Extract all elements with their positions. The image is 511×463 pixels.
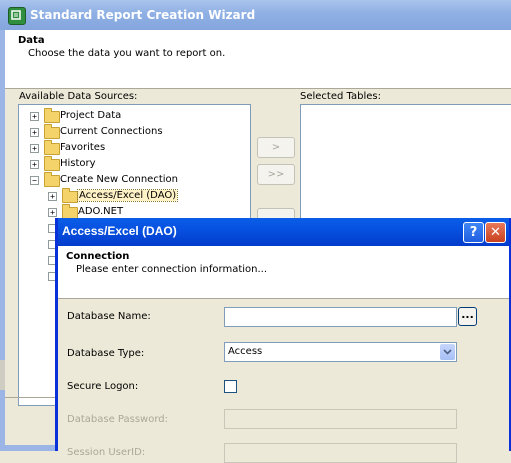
tree-item-project-data[interactable]: + Project Data <box>19 108 248 125</box>
expand-icon[interactable]: + <box>30 112 39 121</box>
database-password-label: Database Password: <box>67 414 168 425</box>
tree-item-label: Favorites <box>60 142 106 153</box>
wizard-title-bar[interactable]: Standard Report Creation Wizard <box>0 0 511 30</box>
expand-icon[interactable]: + <box>30 144 39 153</box>
dialog-header: Connection Please enter connection infor… <box>58 246 509 299</box>
help-button[interactable]: ? <box>463 222 484 243</box>
expand-icon[interactable]: + <box>48 192 57 201</box>
add-table-button[interactable]: > <box>257 137 295 158</box>
connection-dialog: Access/Excel (DAO) ? ✕ Connection Please… <box>55 218 511 463</box>
tree-item-history[interactable]: + History <box>19 156 248 173</box>
close-button[interactable]: ✕ <box>485 222 506 243</box>
expand-icon[interactable]: + <box>30 128 39 137</box>
session-user-id-input[interactable] <box>224 443 457 463</box>
tree-item-create-new-connection[interactable]: − Create New Connection <box>19 172 248 189</box>
tree-item-label: Create New Connection <box>60 174 178 185</box>
database-type-select[interactable]: Access <box>224 342 457 362</box>
tree-item-favorites[interactable]: + Favorites <box>19 140 248 157</box>
collapse-icon[interactable]: − <box>30 176 39 185</box>
database-type-label: Database Type: <box>67 348 145 359</box>
dialog-section-title: Connection <box>66 251 130 262</box>
tree-item-label: History <box>60 158 96 169</box>
tree-item-label: Current Connections <box>60 126 163 137</box>
wizard-header: Data Choose the data you want to report … <box>5 30 511 89</box>
folder-icon <box>44 124 60 139</box>
database-password-input[interactable] <box>224 409 457 429</box>
expand-icon[interactable]: + <box>48 208 57 217</box>
tree-item-label: Project Data <box>60 110 122 121</box>
chevron-down-icon[interactable] <box>440 344 455 360</box>
dialog-section-subtitle: Please enter connection information... <box>76 264 268 275</box>
open-folder-icon <box>44 172 60 187</box>
tree-item-label: ADO.NET <box>78 206 124 217</box>
database-name-label: Database Name: <box>67 311 151 322</box>
folder-icon <box>44 108 60 123</box>
dialog-title: Access/Excel (DAO) <box>62 224 177 238</box>
secure-logon-checkbox[interactable] <box>224 380 237 393</box>
add-all-tables-button[interactable]: >> <box>257 164 295 185</box>
database-type-value: Access <box>228 346 263 357</box>
available-data-sources-label: Available Data Sources: <box>19 91 138 102</box>
window-edge <box>0 360 5 390</box>
tree-item-label: Access/Excel (DAO) <box>76 189 179 202</box>
window-frame-bottom <box>0 445 60 451</box>
folder-icon <box>44 156 60 171</box>
wizard-step-title: Data <box>18 35 45 46</box>
tree-item-access-excel-dao[interactable]: + Access/Excel (DAO) <box>19 188 248 205</box>
wizard-step-subtitle: Choose the data you want to report on. <box>28 48 226 59</box>
folder-icon <box>62 188 78 203</box>
browse-button[interactable]: ... <box>458 307 477 326</box>
dialog-title-bar[interactable]: Access/Excel (DAO) ? ✕ <box>58 218 509 246</box>
selected-tables-label: Selected Tables: <box>300 91 381 102</box>
secure-logon-label: Secure Logon: <box>67 381 139 392</box>
database-name-input[interactable] <box>224 307 457 327</box>
wizard-title: Standard Report Creation Wizard <box>30 8 256 22</box>
folder-icon <box>44 140 60 155</box>
expand-icon[interactable]: + <box>30 160 39 169</box>
session-user-id-label: Session UserID: <box>67 447 146 458</box>
crystal-report-icon <box>8 7 26 25</box>
tree-item-current-connections[interactable]: + Current Connections <box>19 124 248 141</box>
